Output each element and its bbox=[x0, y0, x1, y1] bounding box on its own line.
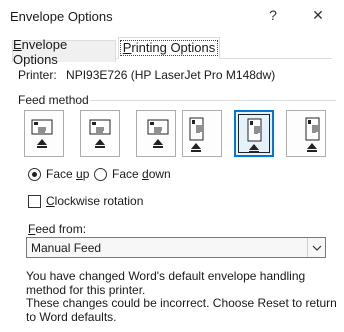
feed-portrait-center-icon bbox=[247, 118, 262, 153]
feed-option-2[interactable] bbox=[80, 110, 120, 157]
tab-printing-label: Printing Options bbox=[119, 40, 219, 56]
clockwise-rotation-label: Clockwise rotation bbox=[46, 194, 144, 208]
feed-option-4[interactable] bbox=[182, 110, 222, 157]
clockwise-rotation-option[interactable]: Clockwise rotation bbox=[28, 194, 143, 208]
feed-option-5[interactable] bbox=[234, 110, 274, 157]
help-button[interactable]: ? bbox=[260, 4, 286, 26]
envelope-warning-note: You have changed Word's default envelope… bbox=[26, 269, 338, 324]
face-down-label: Face down bbox=[112, 167, 171, 181]
close-button[interactable]: ✕ bbox=[305, 4, 331, 26]
printer-info: Printer: NPI93E726 (HP LaserJet Pro M148… bbox=[18, 68, 275, 82]
printer-name: NPI93E726 (HP LaserJet Pro M148dw) bbox=[66, 68, 276, 82]
feed-landscape-left-icon bbox=[31, 119, 53, 148]
printer-label: Printer: bbox=[18, 68, 57, 82]
help-icon: ? bbox=[269, 7, 277, 23]
feed-option-6[interactable] bbox=[286, 110, 326, 157]
face-up-label: Face up bbox=[46, 167, 90, 181]
clockwise-rotation-checkbox[interactable] bbox=[28, 194, 41, 208]
feed-portrait-left-icon bbox=[189, 117, 204, 152]
feed-option-1[interactable] bbox=[24, 110, 64, 157]
window-title: Envelope Options bbox=[10, 9, 113, 24]
tab-printing-options[interactable]: Printing Options bbox=[118, 37, 220, 59]
close-icon: ✕ bbox=[312, 6, 324, 23]
tab-envelope-options[interactable]: Envelope Options bbox=[12, 37, 116, 67]
tab-envelope-label: Envelope Options bbox=[13, 36, 68, 67]
feed-from-select[interactable]: Manual Feed bbox=[26, 237, 326, 258]
note-line-1: You have changed Word's default envelope… bbox=[26, 269, 306, 297]
chevron-down-icon[interactable] bbox=[307, 238, 325, 257]
feed-method-label: Feed method bbox=[18, 93, 89, 107]
face-down-option[interactable]: Face down bbox=[94, 167, 171, 181]
face-up-option[interactable]: Face up bbox=[28, 167, 89, 181]
feed-method-divider bbox=[90, 100, 336, 101]
face-down-radio[interactable] bbox=[94, 167, 107, 181]
feed-from-label: Feed from: bbox=[28, 222, 87, 236]
feed-from-value: Manual Feed bbox=[31, 241, 102, 255]
note-line-2: These changes could be incorrect. Choose… bbox=[26, 296, 337, 324]
feed-landscape-right-icon bbox=[147, 119, 169, 148]
face-up-radio[interactable] bbox=[28, 167, 41, 181]
feed-portrait-right-icon bbox=[305, 117, 320, 152]
feed-option-3[interactable] bbox=[136, 110, 176, 157]
feed-landscape-center-icon bbox=[89, 119, 111, 148]
title-bar: Envelope Options ? ✕ bbox=[0, 0, 344, 32]
